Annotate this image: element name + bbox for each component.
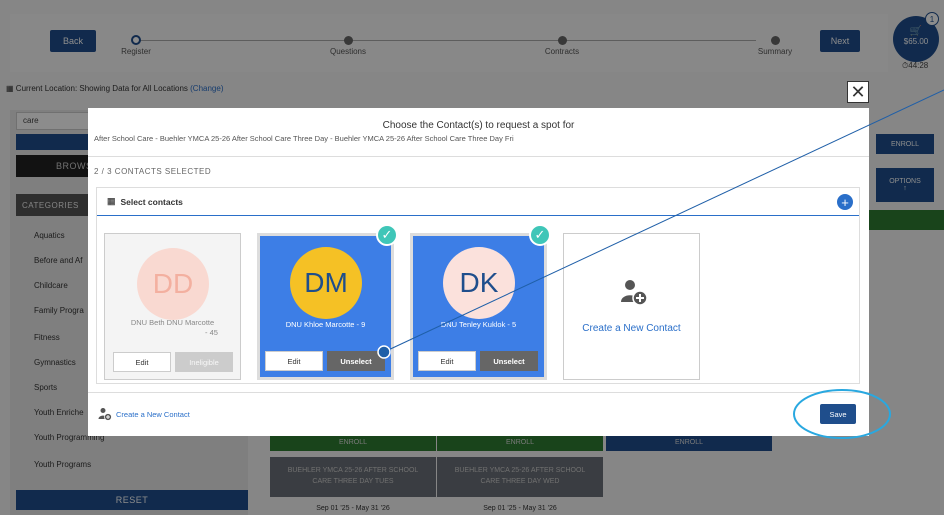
edit-button[interactable]: Edit (418, 351, 476, 371)
divider (88, 392, 869, 393)
ineligible-button: Ineligible (175, 352, 233, 372)
contact-card-tenley[interactable]: DK DNU Tenley Kuklok - 5 Edit Unselect (410, 233, 547, 380)
unselect-button[interactable]: Unselect (327, 351, 385, 371)
contact-card-khloe[interactable]: DM DNU Khloe Marcotte - 9 Edit Unselect (257, 233, 394, 380)
close-icon[interactable]: ✕ (847, 81, 869, 103)
check-icon: ✓ (529, 224, 551, 246)
panel-title: Select contacts (120, 196, 183, 207)
add-user-icon (98, 408, 112, 421)
contact-name: DNU Tenley Kuklok - 5 (440, 320, 517, 329)
divider (88, 156, 869, 157)
contact-card-beth: DD DNU Beth DNU Marcotte - 45 Edit Ineli… (104, 233, 241, 380)
contact-age: - 45 (205, 328, 218, 337)
edit-button[interactable]: Edit (265, 351, 323, 371)
contact-select-modal: Choose the Contact(s) to request a spot … (88, 108, 869, 436)
modal-subtitle: After School Care - Buehler YMCA 25-26 A… (94, 134, 514, 143)
selected-count: 2 / 3 CONTACTS SELECTED (94, 167, 212, 176)
add-user-icon (621, 280, 648, 306)
save-button[interactable]: Save (820, 404, 856, 424)
unselect-button[interactable]: Unselect (480, 351, 538, 371)
create-contact-card[interactable]: Create a New Contact (563, 233, 700, 380)
contact-name: DNU Khloe Marcotte - 9 (285, 320, 366, 329)
create-contact-label: Create a New Contact (582, 323, 681, 334)
contacts-panel: ▦ Select contacts + DD DNU Beth DNU Marc… (96, 187, 860, 384)
avatar: DD (137, 248, 209, 320)
add-contact-button[interactable]: + (837, 194, 853, 210)
edit-button[interactable]: Edit (113, 352, 171, 372)
check-icon: ✓ (376, 224, 398, 246)
contact-name: DNU Beth DNU Marcotte (130, 318, 215, 327)
modal-title: Choose the Contact(s) to request a spot … (382, 120, 575, 131)
panel-header: ▦ Select contacts (97, 188, 859, 216)
footer-create-label: Create a New Contact (116, 409, 190, 419)
list-icon: ▦ (107, 196, 116, 206)
avatar: DM (290, 247, 362, 319)
footer-create-contact-link[interactable]: Create a New Contact (98, 407, 190, 421)
avatar: DK (443, 247, 515, 319)
